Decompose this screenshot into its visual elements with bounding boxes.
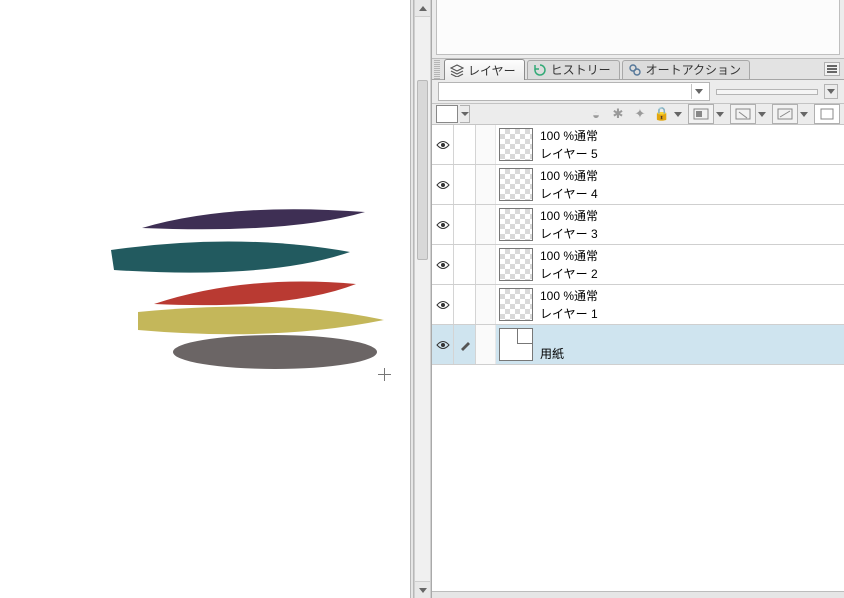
new-layer-button[interactable] xyxy=(814,104,840,124)
visibility-toggle[interactable] xyxy=(432,125,454,164)
clip-dropdown[interactable] xyxy=(800,104,808,124)
layer-indent xyxy=(476,165,496,204)
layer-tool-row: ◒ ✱ ✦ 🔒 xyxy=(432,104,844,125)
layer-thumbnail[interactable] xyxy=(499,288,533,321)
edit-slot[interactable] xyxy=(454,205,476,244)
layer-thumbnail[interactable] xyxy=(499,128,533,161)
scroll-thumb[interactable] xyxy=(417,80,428,260)
tab-history-label: ヒストリー xyxy=(551,61,611,78)
visibility-toggle[interactable] xyxy=(432,165,454,204)
layer-options-bar xyxy=(432,80,844,104)
autoaction-icon xyxy=(628,63,642,77)
layer-mode-label: 100 %通常 xyxy=(540,247,844,264)
visibility-toggle[interactable] xyxy=(432,325,454,364)
layer-thumbnail[interactable] xyxy=(499,248,533,281)
tab-history[interactable]: ヒストリー xyxy=(527,60,620,79)
layer-row[interactable]: 100 %通常 レイヤー 5 xyxy=(432,125,844,165)
chevron-down-icon xyxy=(691,84,705,99)
paper-layer-name[interactable]: 用紙 xyxy=(540,345,844,362)
edit-slot[interactable] xyxy=(454,245,476,284)
canvas-area[interactable] xyxy=(0,0,410,598)
layers-icon xyxy=(450,63,464,77)
layer-mode-label: 100 %通常 xyxy=(540,127,844,144)
spray-icon[interactable]: ✱ xyxy=(608,104,628,124)
panel-tabs: レイヤー ヒストリー オートアクション xyxy=(432,58,844,80)
layer-name-label[interactable]: レイヤー 4 xyxy=(540,185,844,202)
brush-stroke-2 xyxy=(108,236,353,278)
panel-drag-handle[interactable] xyxy=(434,59,440,79)
tab-layers-label: レイヤー xyxy=(468,62,516,79)
layer-row[interactable]: 100 %通常 レイヤー 2 xyxy=(432,245,844,285)
layer-row-paper[interactable]: 用紙 xyxy=(432,325,844,365)
history-icon xyxy=(533,63,547,77)
mask-add-icon[interactable] xyxy=(730,104,756,124)
layer-row[interactable]: 100 %通常 レイヤー 1 xyxy=(432,285,844,325)
tab-autoaction-label: オートアクション xyxy=(646,61,741,78)
brush-stroke-1 xyxy=(140,200,370,236)
layer-mode-label: 100 %通常 xyxy=(540,207,844,224)
eyedropper-icon[interactable]: ◒ xyxy=(586,104,606,124)
lock-icon[interactable]: 🔒 xyxy=(652,104,672,124)
panel-menu-button[interactable] xyxy=(824,62,840,76)
layer-list-empty-area[interactable] xyxy=(432,365,844,591)
scroll-up-button[interactable] xyxy=(415,0,430,17)
menu-icon xyxy=(827,68,837,70)
brush-stroke-5 xyxy=(170,332,380,372)
layer-indent xyxy=(476,325,496,364)
wand-icon[interactable]: ✦ xyxy=(630,104,650,124)
right-panel: レイヤー ヒストリー オートアクション ◒ xyxy=(431,0,844,598)
opacity-dropdown[interactable] xyxy=(824,84,838,99)
edit-slot[interactable] xyxy=(454,285,476,324)
visibility-toggle[interactable] xyxy=(432,205,454,244)
layer-name-label[interactable]: レイヤー 3 xyxy=(540,225,844,242)
layer-indent xyxy=(476,205,496,244)
layer-mode-label: 100 %通常 xyxy=(540,287,844,304)
active-edit-indicator[interactable] xyxy=(454,325,476,364)
layer-row[interactable]: 100 %通常 レイヤー 3 xyxy=(432,205,844,245)
paper-thumbnail[interactable] xyxy=(499,328,533,361)
tab-autoaction[interactable]: オートアクション xyxy=(622,60,750,79)
upper-panel-placeholder xyxy=(436,0,840,55)
visibility-toggle[interactable] xyxy=(432,245,454,284)
layer-indent xyxy=(476,285,496,324)
panel-status-bar xyxy=(432,591,844,598)
clip-icon[interactable] xyxy=(772,104,798,124)
layer-name-label[interactable]: レイヤー 1 xyxy=(540,305,844,322)
tab-layers[interactable]: レイヤー xyxy=(444,59,525,80)
edit-slot[interactable] xyxy=(454,165,476,204)
layer-color-swatch[interactable] xyxy=(436,105,458,123)
layer-indent xyxy=(476,125,496,164)
layer-thumbnail[interactable] xyxy=(499,208,533,241)
scroll-down-button[interactable] xyxy=(415,581,430,598)
layer-mode-label: 100 %通常 xyxy=(540,167,844,184)
visibility-toggle[interactable] xyxy=(432,285,454,324)
swatch-dropdown[interactable] xyxy=(460,105,470,123)
layer-row[interactable]: 100 %通常 レイヤー 4 xyxy=(432,165,844,205)
canvas-vertical-scrollbar[interactable] xyxy=(414,0,431,598)
layer-thumbnail[interactable] xyxy=(499,168,533,201)
page-icon xyxy=(517,328,533,344)
layer-name-label[interactable]: レイヤー 5 xyxy=(540,145,844,162)
mask-dropdown[interactable] xyxy=(716,104,724,124)
edit-slot[interactable] xyxy=(454,125,476,164)
layer-name-label[interactable]: レイヤー 2 xyxy=(540,265,844,282)
layer-list[interactable]: 100 %通常 レイヤー 5 100 %通常 レイヤー 4 xyxy=(432,125,844,591)
mask-icon[interactable] xyxy=(688,104,714,124)
mask-add-dropdown[interactable] xyxy=(758,104,766,124)
layer-indent xyxy=(476,245,496,284)
blend-mode-select[interactable] xyxy=(438,82,710,101)
opacity-slider[interactable] xyxy=(716,89,818,95)
lock-dropdown[interactable] xyxy=(674,104,682,124)
